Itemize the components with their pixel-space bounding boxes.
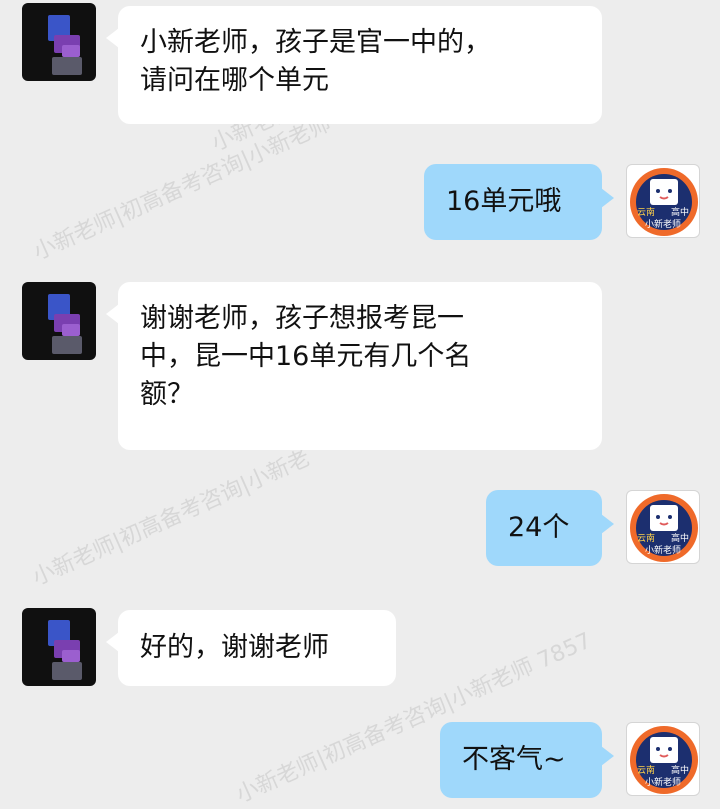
message-bubble-outgoing[interactable]: 24个 — [486, 490, 614, 566]
teacher-avatar[interactable]: 云南 高中 小新老师 — [626, 164, 700, 238]
teacher-avatar[interactable]: 云南 高中 小新老师 — [626, 722, 700, 796]
teacher-avatar[interactable]: 云南 高中 小新老师 — [626, 490, 700, 564]
message-bubble-outgoing[interactable]: 16单元哦 — [424, 164, 614, 240]
logo-text-bottom: 小新老师 — [645, 778, 682, 788]
watermark-text: 小新老师|初高备考咨询|小新老 — [28, 445, 314, 591]
logo-text-bottom: 小新老师 — [645, 546, 682, 556]
logo-text-bottom: 小新老师 — [645, 220, 682, 230]
message-bubble-incoming[interactable]: 小新老师，孩子是官一中的， 请问在哪个单元 — [106, 6, 602, 124]
sender-avatar[interactable] — [22, 282, 96, 360]
watermark-text: 小新老师|初高备考咨询|小新老师 — [29, 111, 335, 266]
chat-screen: { "colors": { "background": "#ededed", "… — [0, 0, 720, 808]
message-bubble-incoming[interactable]: 谢谢老师，孩子想报考昆一 中，昆一中16单元有几个名 额？ — [106, 282, 602, 450]
message-bubble-incoming[interactable]: 好的，谢谢老师 — [106, 610, 396, 686]
sender-avatar[interactable] — [22, 3, 96, 81]
message-bubble-outgoing[interactable]: 不客气~ — [440, 722, 614, 798]
sender-avatar[interactable] — [22, 608, 96, 686]
